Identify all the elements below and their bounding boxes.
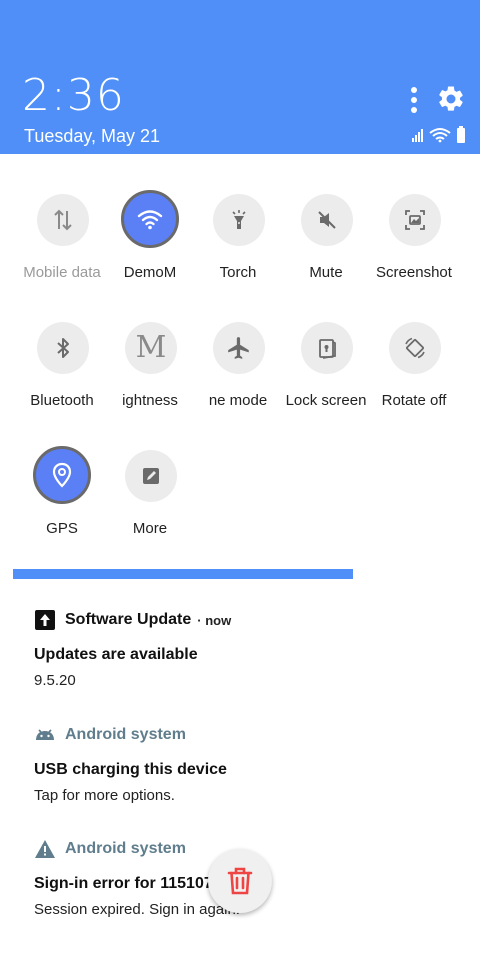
signal-icon xyxy=(412,129,423,142)
tile-mute[interactable]: Mute xyxy=(280,154,372,281)
tile-torch[interactable]: Torch xyxy=(192,154,284,281)
android-icon xyxy=(36,729,54,740)
tile-label: Screenshot xyxy=(376,264,452,281)
tile-lock-screen[interactable]: Lock screen xyxy=(280,282,372,409)
notification-software-update[interactable]: Software Update · now Updates are availa… xyxy=(34,609,464,691)
update-arrow-icon xyxy=(35,610,55,630)
rotate-icon xyxy=(405,337,425,359)
lock-screen-icon xyxy=(319,339,336,359)
quick-settings-panel: Mobile data DemoM Torch Mute Screenshot … xyxy=(0,154,480,574)
notification-title: Updates are available xyxy=(34,646,198,663)
more-options-icon[interactable] xyxy=(404,86,424,114)
loading-progress-bar xyxy=(13,569,353,579)
trash-icon xyxy=(227,867,253,895)
settings-gear-icon[interactable] xyxy=(436,84,466,114)
tile-label: Rotate off xyxy=(381,392,447,409)
wifi-icon xyxy=(137,210,163,230)
notification-app-name: Android system xyxy=(65,726,186,743)
torch-icon xyxy=(232,210,246,229)
tile-more[interactable]: More xyxy=(104,410,196,537)
tile-bluetooth[interactable]: Bluetooth xyxy=(16,282,108,409)
tile-screenshot[interactable]: Screenshot xyxy=(368,154,460,281)
notification-title: USB charging this device xyxy=(34,761,227,778)
clock[interactable]: 2:36 xyxy=(22,72,125,120)
notification-usb-charging[interactable]: Android system USB charging this device … xyxy=(34,724,464,806)
tile-airplane-mode[interactable]: ne mode xyxy=(192,282,284,409)
mute-icon xyxy=(318,211,336,229)
tile-rotate[interactable]: Rotate off xyxy=(368,282,460,409)
brightness-icon: M xyxy=(135,330,167,365)
notification-body: Tap for more options. xyxy=(34,787,175,804)
tile-wifi[interactable]: DemoM xyxy=(104,154,196,281)
warning-icon xyxy=(35,840,55,858)
notification-time: · now xyxy=(197,612,232,628)
battery-icon xyxy=(457,126,465,143)
tile-brightness[interactable]: M ightness xyxy=(104,282,196,409)
notification-app-name: Software Update xyxy=(65,611,192,628)
location-icon xyxy=(52,462,72,488)
screenshot-icon xyxy=(405,210,425,230)
tile-label: More xyxy=(132,520,168,537)
date-label[interactable]: Tuesday, May 21 xyxy=(24,126,160,146)
status-header: 2:36 Tuesday, May 21 xyxy=(0,0,480,154)
wifi-status-icon xyxy=(429,128,451,143)
notification-body: 9.5.20 xyxy=(34,672,76,689)
edit-icon xyxy=(143,468,159,484)
mobile-data-icon xyxy=(54,209,72,231)
bluetooth-icon xyxy=(57,338,69,358)
clear-all-button[interactable] xyxy=(208,849,272,913)
airplane-icon xyxy=(228,337,249,359)
status-bar-icons xyxy=(412,126,465,143)
tile-mobile-data[interactable]: Mobile data xyxy=(16,154,108,281)
tile-gps[interactable]: GPS xyxy=(16,410,108,537)
notification-app-name: Android system xyxy=(65,840,186,857)
